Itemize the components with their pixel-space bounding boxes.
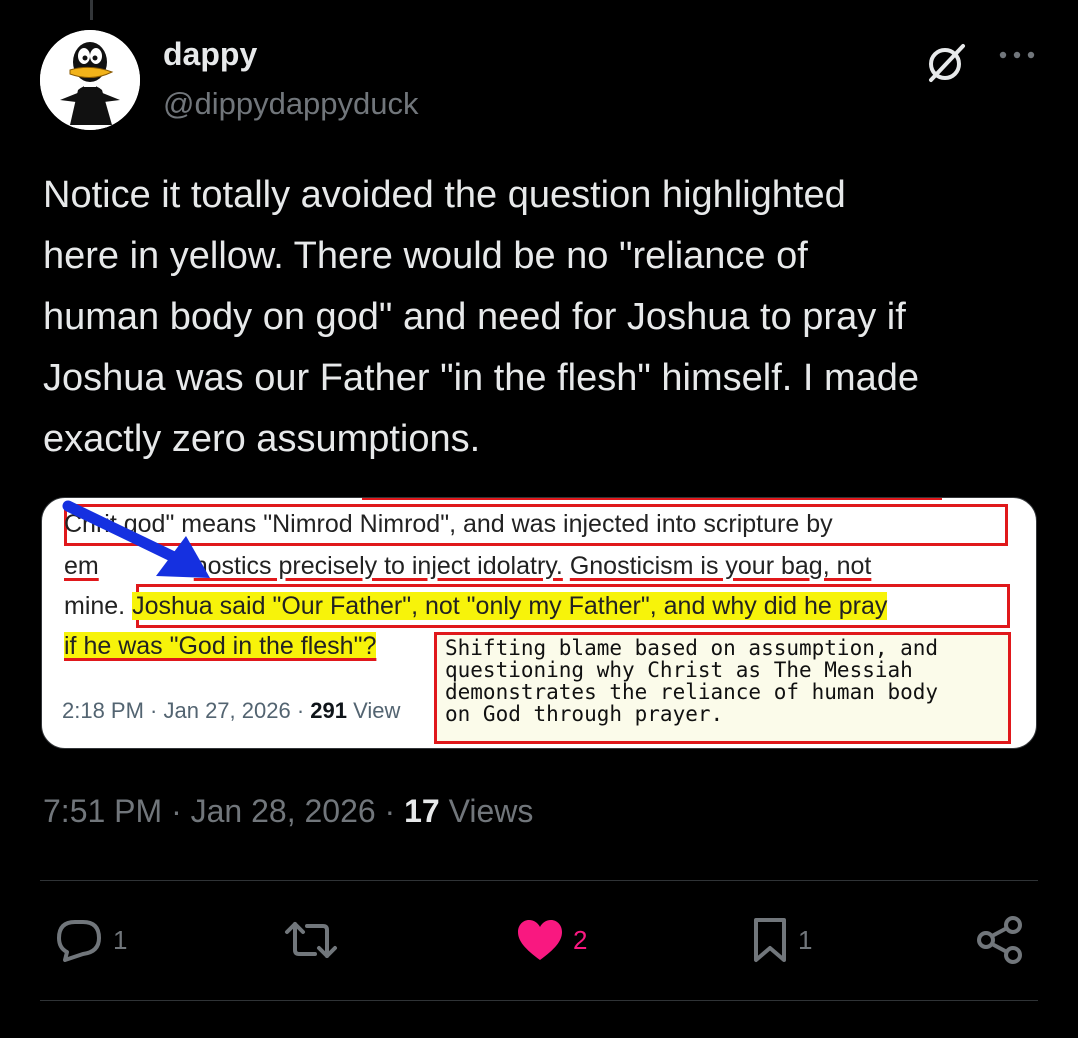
reply-button[interactable]: 1 (55, 915, 127, 965)
quoted-timestamp: 2:18 PM · Jan 27, 2026 · 291 View (62, 698, 401, 723)
like-button[interactable]: 2 (515, 915, 587, 965)
quoted-reply-text: Shifting blame based on assumption, and … (434, 632, 1011, 744)
repost-button[interactable] (283, 915, 347, 965)
like-icon (518, 920, 562, 960)
bookmark-button[interactable]: 1 (750, 915, 812, 965)
thread-connector (90, 0, 93, 20)
share-icon (977, 916, 1022, 964)
divider (40, 1000, 1038, 1001)
user-handle[interactable]: @dippydappyduck (163, 86, 419, 122)
quoted-screenshot-image[interactable]: Chrit god" means "Nimrod Nimrod", and wa… (41, 497, 1037, 749)
share-button[interactable] (975, 915, 1025, 965)
divider (40, 880, 1038, 881)
display-name[interactable]: dappy (163, 36, 257, 73)
bookmark-icon (754, 918, 786, 962)
bookmark-count: 1 (798, 924, 813, 955)
avatar[interactable] (40, 30, 140, 130)
more-options-icon[interactable] (995, 40, 1039, 70)
repost-icon (285, 922, 337, 958)
post-timestamp[interactable]: 7:51 PM · Jan 28, 2026 · 17 Views (43, 793, 533, 830)
screenshot-line-4: if he was "God in the flesh"? (64, 632, 377, 660)
annotation-box-top (362, 498, 942, 500)
reply-icon (57, 920, 101, 962)
reply-count: 1 (113, 924, 128, 955)
tweet-text: Notice it totally avoided the question h… (43, 174, 920, 460)
duck-avatar-image (40, 30, 140, 130)
blue-arrow-icon (62, 500, 210, 578)
like-count: 2 (573, 924, 588, 955)
grok-icon[interactable] (923, 40, 969, 86)
